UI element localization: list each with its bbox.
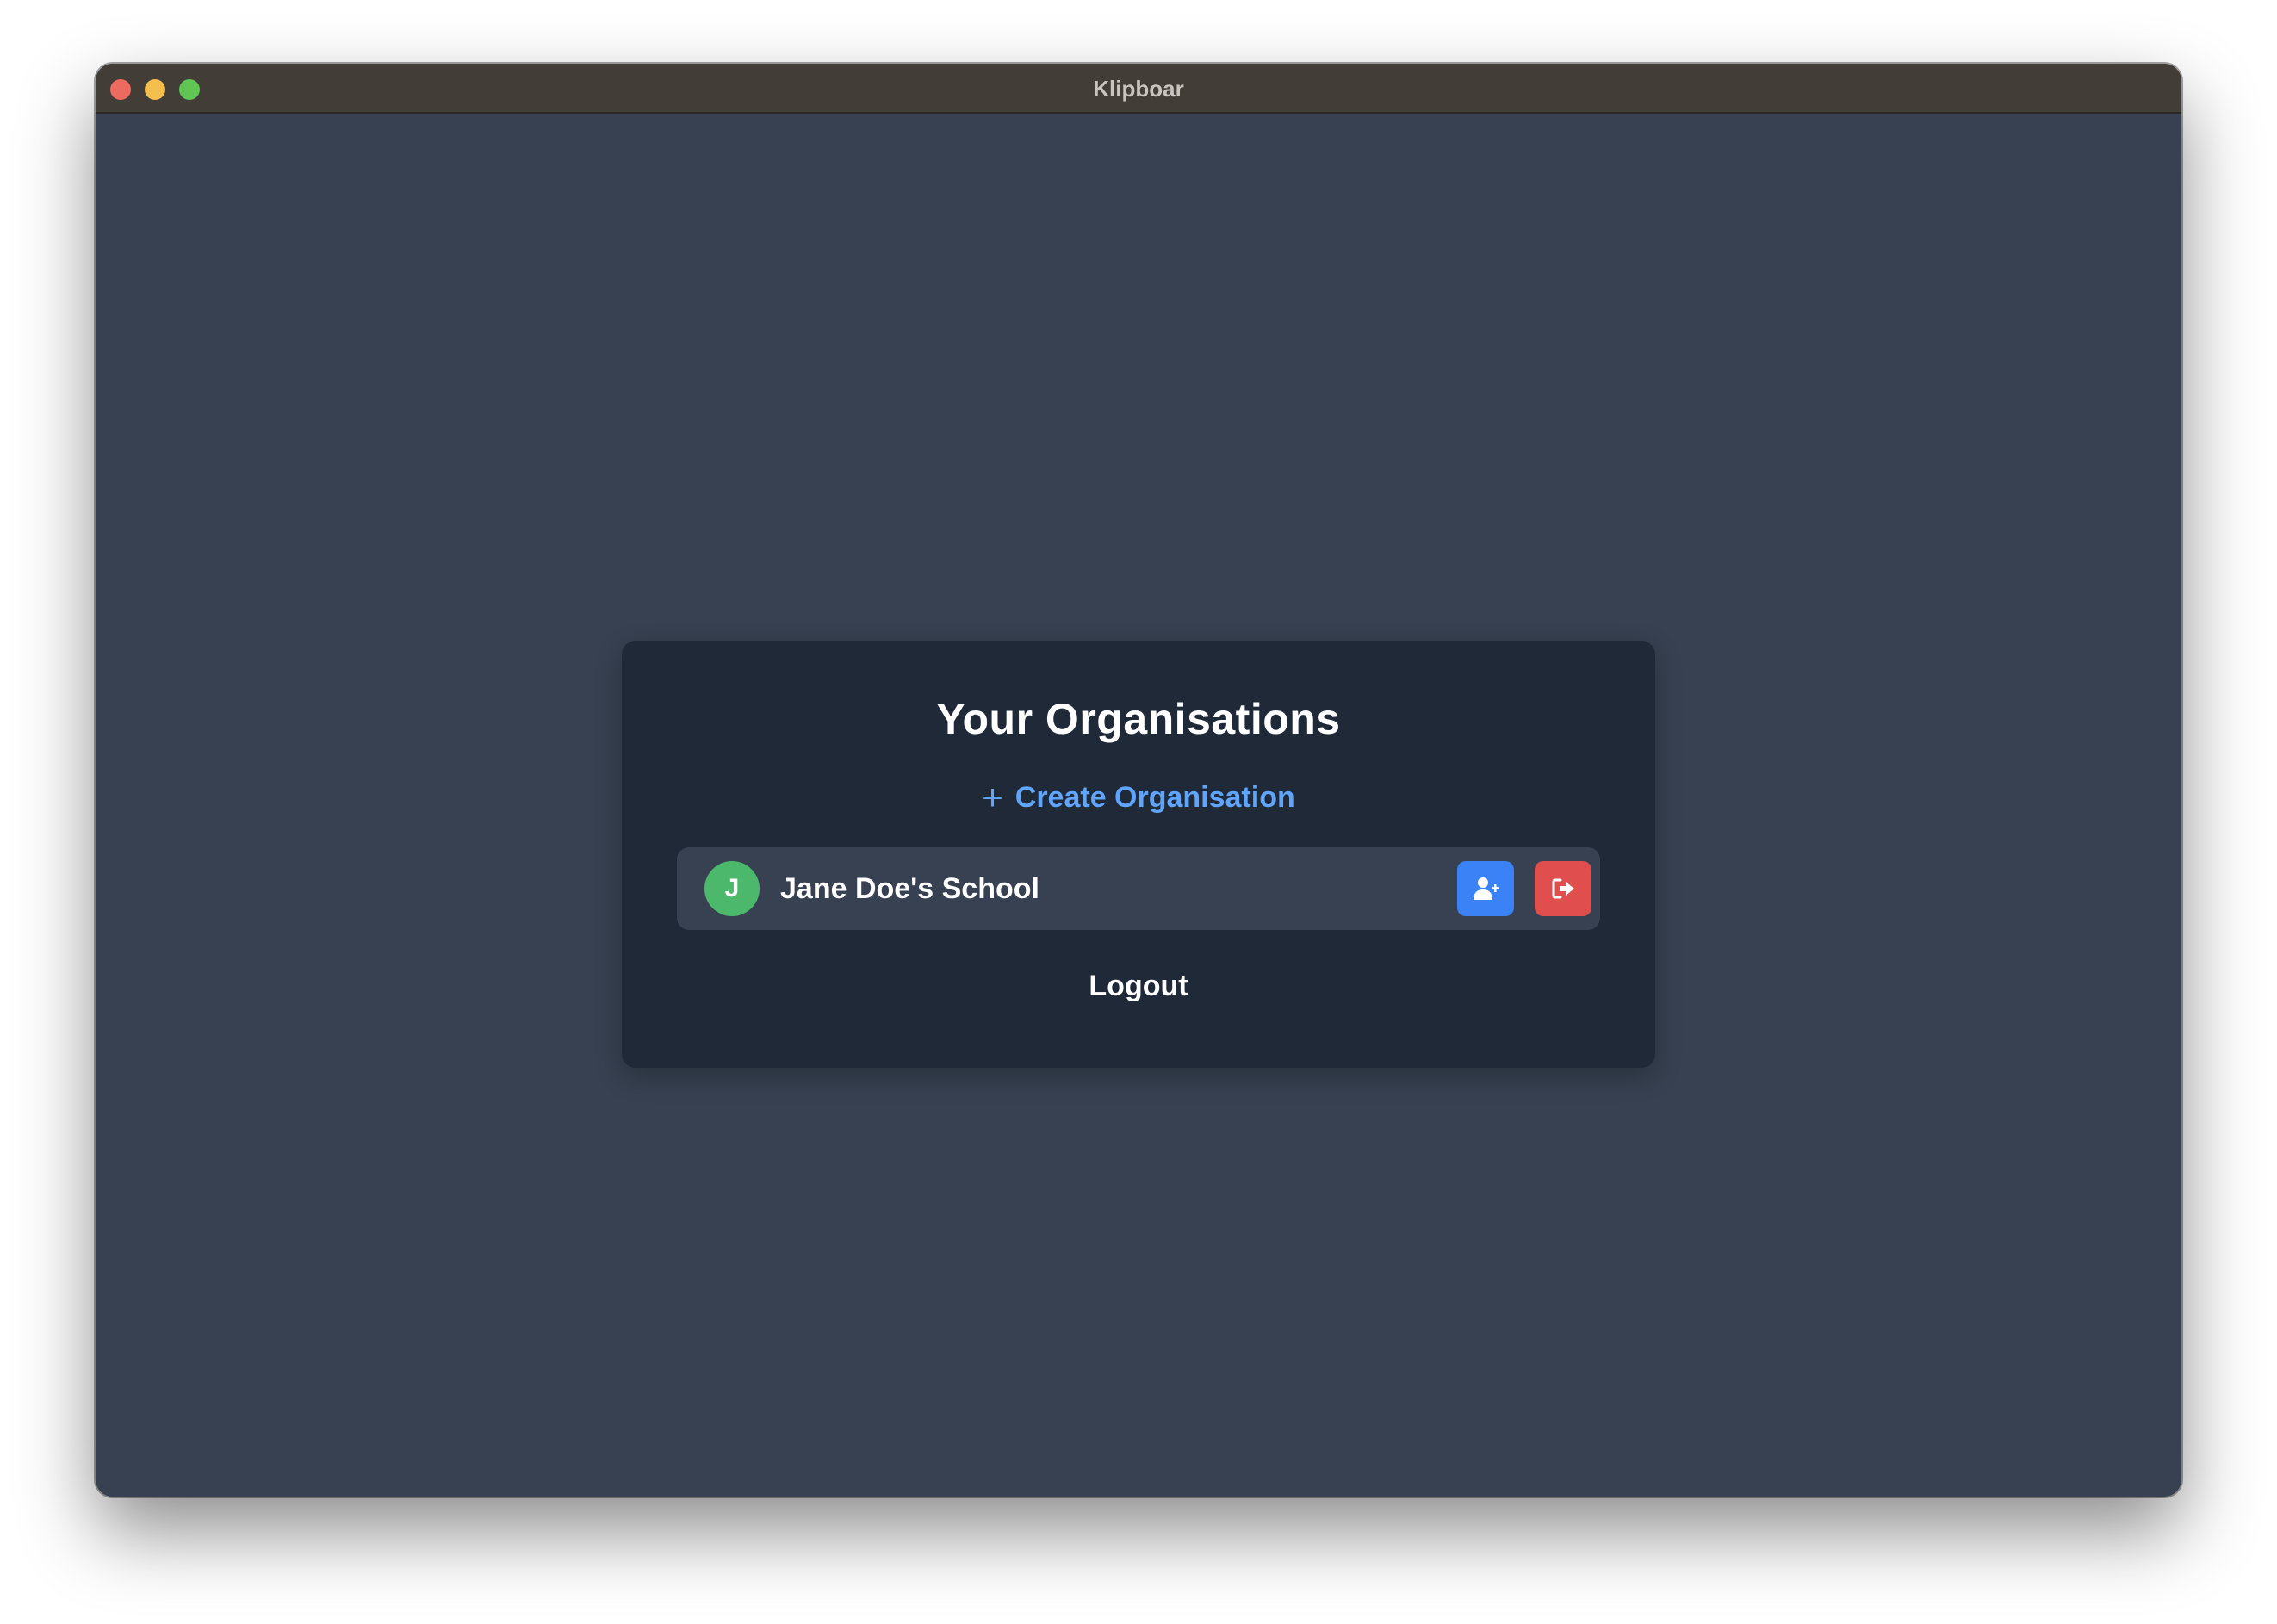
organisations-card: Your Organisations + Create Organisation … <box>622 641 1655 1068</box>
leave-organisation-button[interactable] <box>1535 861 1591 916</box>
user-plus-icon <box>1474 877 1499 900</box>
invite-member-button[interactable] <box>1457 861 1514 916</box>
create-organisation-button[interactable]: + Create Organisation <box>622 777 1655 818</box>
page-title: Your Organisations <box>936 695 1341 743</box>
title-bar[interactable]: Klipboar <box>96 64 2181 114</box>
organisation-name: Jane Doe's School <box>780 872 1039 905</box>
create-organisation-label: Create Organisation <box>1014 781 1295 814</box>
logout-button[interactable]: Logout <box>622 970 1655 1003</box>
app-window: Klipboar Your Organisations + Create Orga… <box>96 64 2181 1497</box>
plus-icon: + <box>982 777 1003 817</box>
organisation-list-item[interactable]: J Jane Doe's School <box>677 847 1600 930</box>
main-content: Your Organisations + Create Organisation … <box>96 114 2181 1497</box>
organisation-avatar: J <box>704 861 760 916</box>
sign-out-icon <box>1552 878 1574 899</box>
window-title: Klipboar <box>1093 76 1184 102</box>
